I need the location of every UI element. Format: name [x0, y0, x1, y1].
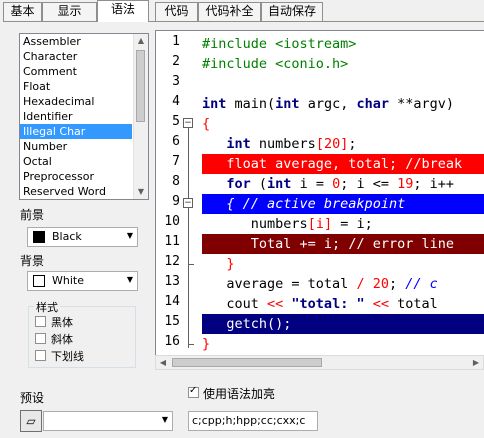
background-value: White [52, 274, 84, 287]
code-line-breakpoint: float average, total; //break [202, 154, 484, 174]
color-swatch [33, 275, 45, 287]
list-scrollbar[interactable]: ▲ ▼ [133, 34, 148, 199]
syntax-element-list[interactable]: Assembler Character Comment Float Hexade… [19, 33, 149, 200]
style-group-title: 样式 [34, 299, 60, 315]
line-number: 6 [172, 134, 180, 149]
line-number-gutter: 1 2 3 4 5 6 7 8 9 10 11 12 13 14 15 16 [156, 31, 182, 356]
chevron-down-icon: ▼ [126, 275, 133, 284]
enable-syntax-highlight-checkbox[interactable] [188, 385, 199, 398]
line-number: 15 [164, 314, 180, 329]
line-number: 12 [164, 254, 180, 269]
line-number: 14 [164, 294, 180, 309]
list-item[interactable]: Hexadecimal [20, 94, 132, 109]
underline-checkbox[interactable] [35, 350, 46, 361]
tab-syntax[interactable]: 语法 [97, 0, 149, 22]
line-number: 11 [164, 234, 180, 249]
scroll-right-icon[interactable]: ▶ [469, 356, 483, 370]
tab-divider [149, 21, 484, 22]
code-line: } [202, 336, 211, 352]
tab-basic[interactable]: 基本 [3, 2, 42, 21]
code-line-current: getch(); [202, 314, 484, 334]
background-label: 背景 [20, 254, 45, 268]
line-number: 2 [172, 54, 180, 69]
fold-line [188, 128, 189, 348]
tab-autosave[interactable]: 自动保存 [261, 2, 323, 21]
scroll-thumb[interactable] [172, 358, 322, 367]
background-color-select[interactable]: White ▼ [27, 271, 138, 291]
fold-collapse-icon[interactable]: − [183, 118, 193, 128]
code-line: numbers[i] = i; [250, 216, 373, 232]
bold-label: 黑体 [51, 316, 73, 329]
chevron-down-icon: ▼ [161, 415, 168, 424]
preset-label: 预设 [20, 391, 45, 405]
code-line: average = total / 20; // c [226, 276, 438, 292]
foreground-label: 前景 [20, 208, 45, 222]
line-number: 3 [172, 74, 180, 89]
scroll-up-icon[interactable]: ▲ [134, 34, 148, 48]
tab-divider [3, 21, 97, 22]
list-item[interactable]: Preprocessor [20, 169, 132, 184]
code-line: int main(int argc, char **argv) [202, 96, 455, 112]
editor-horizontal-scrollbar[interactable]: ◀ ▶ [155, 355, 484, 370]
line-number: 7 [172, 154, 180, 169]
code-line: #include <iostream> [202, 36, 357, 52]
color-swatch [33, 231, 45, 243]
file-extensions-input[interactable]: c;cpp;h;hpp;cc;cxx;c [188, 411, 318, 431]
fold-end-marker [188, 344, 194, 345]
line-number: 13 [164, 274, 180, 289]
list-item[interactable]: Float [20, 79, 132, 94]
line-number: 1 [172, 34, 180, 49]
tab-display[interactable]: 显示 [42, 2, 97, 21]
fold-end-marker [188, 264, 194, 265]
chevron-down-icon: ▼ [126, 231, 133, 240]
line-number: 10 [164, 214, 180, 229]
document-icon: ▱ [26, 414, 36, 428]
list-item[interactable]: Assembler [20, 34, 132, 49]
code-line: cout << "total: " << total [226, 296, 438, 312]
preset-select[interactable]: ▼ [43, 411, 173, 431]
code-line: for (int i = 0; i <= 19; i++ [226, 176, 455, 192]
tab-code[interactable]: 代码 [155, 2, 198, 21]
enable-syntax-highlight-label: 使用语法加亮 [203, 387, 276, 401]
fold-collapse-icon[interactable]: − [183, 198, 193, 208]
syntax-preview-editor[interactable]: 1 2 3 4 5 6 7 8 9 10 11 12 13 14 15 16 −… [155, 30, 484, 357]
code-line: { [202, 116, 211, 132]
code-line-active-breakpoint: { // active breakpoint [202, 194, 484, 214]
underline-label: 下划线 [51, 350, 84, 363]
line-number: 16 [164, 334, 180, 349]
list-item[interactable]: Number [20, 139, 132, 154]
line-number: 5 [172, 114, 180, 129]
scroll-down-icon[interactable]: ▼ [134, 185, 148, 199]
preset-load-button[interactable]: ▱ [20, 410, 42, 432]
tab-code-completion[interactable]: 代码补全 [198, 2, 261, 21]
list-item[interactable]: Identifier [20, 109, 132, 124]
code-line-error: Total += i; // error line [202, 234, 484, 254]
italic-checkbox[interactable] [35, 333, 46, 344]
foreground-value: Black [52, 230, 82, 243]
scroll-left-icon[interactable]: ◀ [156, 356, 170, 370]
scroll-thumb[interactable] [136, 50, 145, 122]
code-line: int numbers[20]; [226, 136, 357, 152]
list-item[interactable]: Octal [20, 154, 132, 169]
line-number: 4 [172, 94, 180, 109]
list-item-selected[interactable]: Illegal Char [20, 124, 132, 139]
line-number: 8 [172, 174, 180, 189]
code-line: #include <conio.h> [202, 56, 349, 72]
italic-label: 斜体 [51, 333, 73, 346]
code-line: } [226, 256, 235, 272]
line-number: 9 [172, 194, 180, 209]
list-item[interactable]: Comment [20, 64, 132, 79]
list-item[interactable]: Character [20, 49, 132, 64]
bold-checkbox[interactable] [35, 316, 46, 327]
list-item[interactable]: Reserved Word [20, 184, 132, 199]
foreground-color-select[interactable]: Black ▼ [27, 227, 138, 247]
